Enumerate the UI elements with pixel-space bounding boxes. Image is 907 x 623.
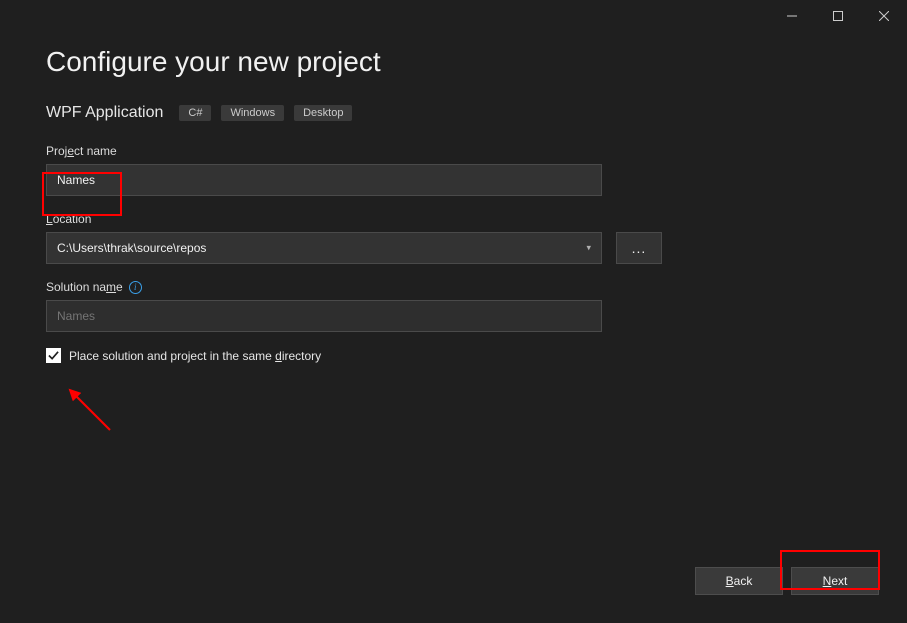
next-button[interactable]: Next: [791, 567, 879, 595]
maximize-icon: [833, 11, 843, 21]
tag-desktop: Desktop: [294, 105, 352, 121]
project-name-label: Project name: [46, 144, 861, 158]
template-name: WPF Application: [46, 104, 163, 122]
location-row: C:\Users\thrak\source\repos ▾ ...: [46, 232, 861, 264]
tag-csharp: C#: [179, 105, 211, 121]
same-directory-checkbox[interactable]: [46, 348, 61, 363]
close-icon: [879, 11, 889, 21]
info-icon[interactable]: i: [129, 281, 142, 294]
main-content: Configure your new project WPF Applicati…: [0, 32, 907, 363]
location-value: C:\Users\thrak\source\repos: [57, 241, 206, 255]
template-row: WPF Application C# Windows Desktop: [46, 104, 861, 122]
location-group: Location C:\Users\thrak\source\repos ▾ .…: [46, 212, 861, 264]
close-button[interactable]: [861, 0, 907, 32]
same-directory-row: Place solution and project in the same d…: [46, 348, 861, 363]
location-combo[interactable]: C:\Users\thrak\source\repos ▾: [46, 232, 602, 264]
minimize-icon: [787, 11, 797, 21]
minimize-button[interactable]: [769, 0, 815, 32]
project-name-input[interactable]: [46, 164, 602, 196]
browse-button[interactable]: ...: [616, 232, 662, 264]
location-label: Location: [46, 212, 861, 226]
page-title: Configure your new project: [46, 46, 861, 78]
check-icon: [48, 350, 59, 361]
solution-name-label: Solution name i: [46, 280, 861, 294]
annotation-arrow: [60, 380, 120, 440]
solution-name-group: Solution name i: [46, 280, 861, 332]
solution-name-input: [46, 300, 602, 332]
chevron-down-icon: ▾: [586, 243, 591, 254]
tag-windows: Windows: [221, 105, 284, 121]
footer-buttons: Back Next: [695, 567, 879, 595]
window-titlebar: [0, 0, 907, 32]
maximize-button[interactable]: [815, 0, 861, 32]
project-name-group: Project name: [46, 144, 861, 196]
back-button[interactable]: Back: [695, 567, 783, 595]
same-directory-label: Place solution and project in the same d…: [69, 349, 321, 363]
